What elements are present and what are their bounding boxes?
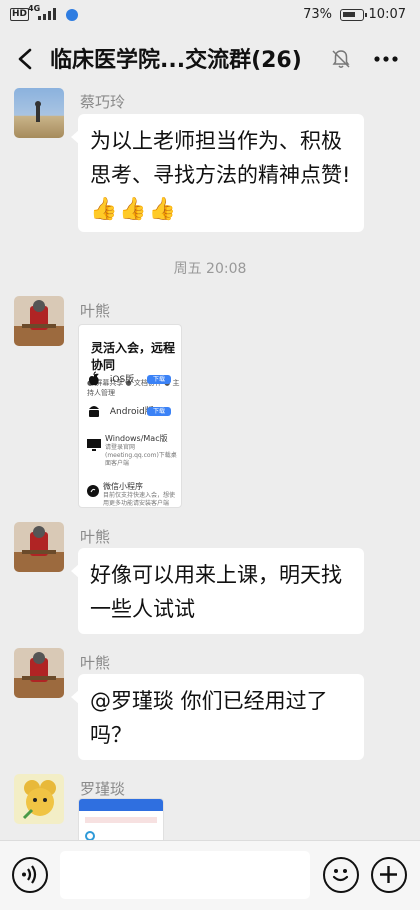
thumbs-up-emoji: 👍👍👍 [90,197,179,222]
pc-label: Windows/Mac版 [105,434,168,443]
message-bubble[interactable]: @罗瑾琰 你们已经用过了吗？ [71,674,364,760]
message-input[interactable] [60,851,310,899]
message-bubble[interactable]: 为以上老师担当作为、积极思考、寻找方法的精神点赞! 👍👍👍 [71,114,364,232]
hd-indicator: HD [10,8,30,21]
avatar[interactable] [14,522,64,572]
mute-bell-icon [332,50,350,68]
sender-name: 叶熊 [80,302,111,320]
avatar[interactable] [14,88,64,138]
message-list[interactable]: 蔡巧玲 为以上老师担当作为、积极思考、寻找方法的精神点赞! 👍👍👍 周五 20:0… [0,88,420,840]
android-icon [89,406,99,417]
battery-percent: 73% [303,7,332,22]
avatar[interactable] [14,296,64,346]
message-text: @罗瑾琰 你们已经用过了吗？ [90,689,328,747]
back-arrow-icon[interactable] [12,44,42,74]
ios-download-button: 下载 [147,375,171,384]
clock: 10:07 [368,7,406,22]
message-text: 为以上老师担当作为、积极思考、寻找方法的精神点赞! [90,129,351,187]
card-title: 灵活入会，远程协同 [91,341,176,372]
mini-desc: 目前仅支持快速入会，想使用更多功能请安装客户端 [103,492,176,507]
signal-icon [38,8,60,20]
mini-program-icon [87,485,99,497]
sender-name: 叶熊 [80,528,111,546]
battery-icon [340,9,367,21]
shared-image-card[interactable] [78,798,164,840]
avatar[interactable] [14,774,64,824]
input-bar [0,840,420,910]
more-options-icon[interactable] [372,48,400,70]
chat-header: 临床医学院...交流群(26) [0,30,420,88]
avatar[interactable] [14,648,64,698]
pc-row: Windows/Mac版 请登录官网 (meeting.qq.com)下载桌面客… [87,433,179,468]
android-download-button: 下载 [147,407,171,416]
status-bar: HD 4G 73% 10:07 [0,0,420,30]
plus-icon[interactable] [371,857,407,893]
chat-title: 临床医学院...交流群(26) [50,48,302,73]
sender-name: 蔡巧玲 [80,93,126,111]
mini-program-row: 微信小程序 目前仅支持快速入会，想使用更多功能请安装客户端 [87,481,179,507]
sender-name: 叶熊 [80,654,111,672]
pc-desc: 请登录官网 (meeting.qq.com)下载桌面客户端 [105,444,177,467]
voice-icon[interactable] [12,857,48,893]
timestamp: 周五 20:08 [173,261,247,277]
apple-icon [88,371,99,386]
message-bubble[interactable]: 好像可以用来上课，明天找一些人试试 [71,548,364,634]
emoji-icon[interactable] [323,857,359,893]
app-notification-icon [66,9,78,21]
mini-label: 微信小程序 [103,482,143,491]
message-text: 好像可以用来上课，明天找一些人试试 [90,563,342,621]
shared-image-card[interactable]: 灵活入会，远程协同 ● 屏幕共享 ● 文档协作 ● 主持人管理 iOS版 下载 … [78,324,182,508]
ios-label: iOS版 [109,374,135,385]
monitor-icon [87,439,101,451]
sender-name: 罗瑾琰 [80,780,126,798]
